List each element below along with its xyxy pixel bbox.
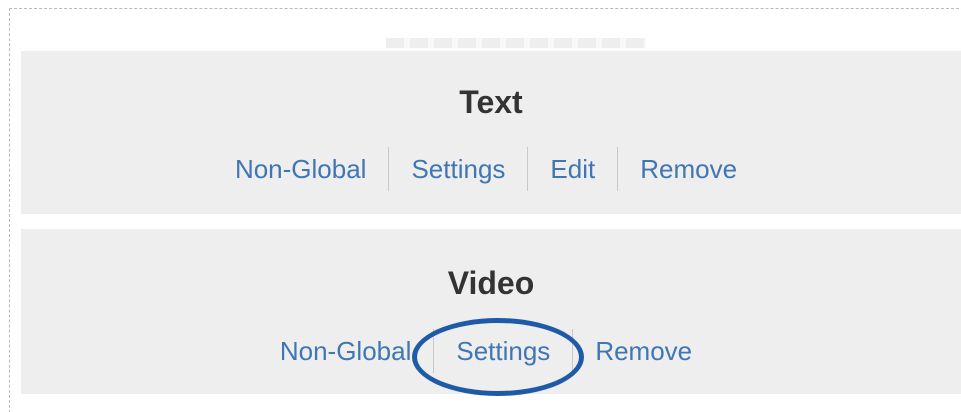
- edit-link[interactable]: Edit: [528, 154, 617, 185]
- settings-link[interactable]: Settings: [389, 154, 527, 185]
- non-global-link[interactable]: Non-Global: [258, 336, 434, 367]
- settings-link[interactable]: Settings: [434, 336, 572, 366]
- content-block-video: Video Non-Global Settings Remove: [21, 229, 961, 396]
- page-canvas: Text Non-Global Settings Edit Remove Vid…: [0, 0, 961, 412]
- block-title: Text: [459, 84, 523, 120]
- block-actions: Non-Global Settings Edit Remove: [21, 147, 951, 191]
- remove-link[interactable]: Remove: [618, 154, 759, 185]
- settings-highlight: Settings: [412, 317, 585, 396]
- remove-link[interactable]: Remove: [573, 336, 714, 367]
- non-global-link[interactable]: Non-Global: [213, 154, 389, 185]
- content-block-text: Text Non-Global Settings Edit Remove: [21, 51, 961, 214]
- faded-header-text: [386, 38, 646, 48]
- block-title: Video: [447, 265, 535, 301]
- block-actions: Non-Global Settings Remove: [21, 317, 951, 396]
